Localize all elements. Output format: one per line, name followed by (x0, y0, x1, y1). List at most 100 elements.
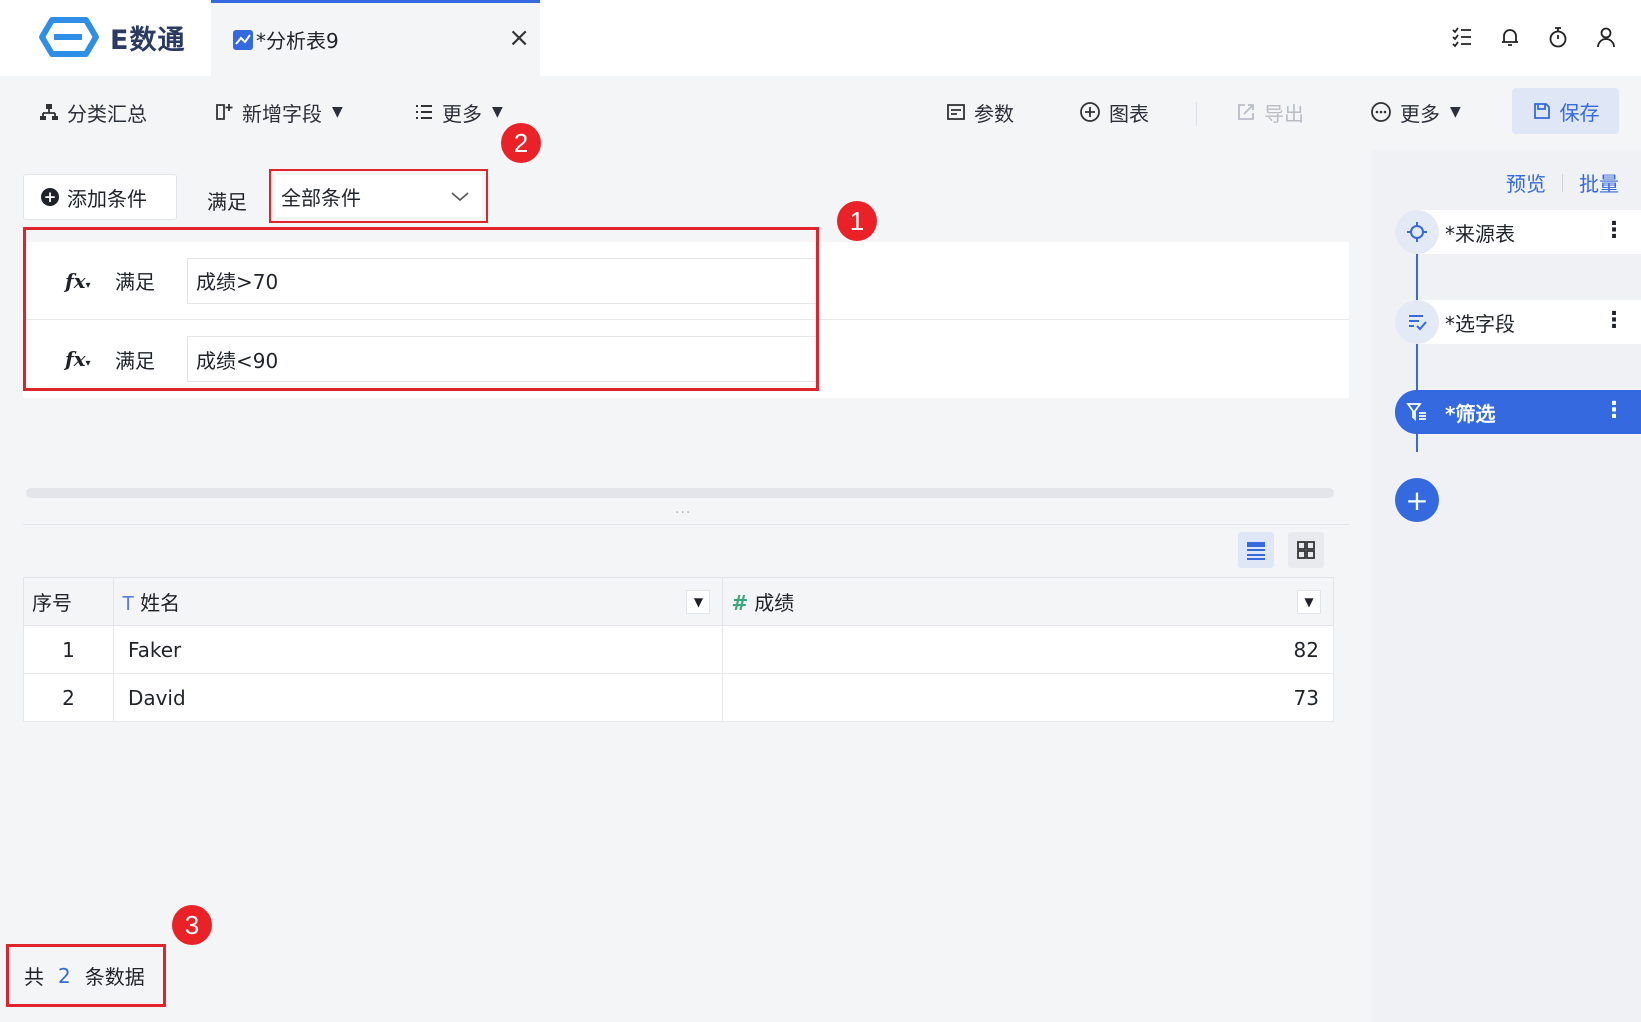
add-condition-label: 添加条件 (67, 186, 147, 211)
tab-analysis-table[interactable]: *分析表9 × (211, 0, 540, 76)
close-icon[interactable]: × (508, 25, 530, 51)
crosshair-icon (1395, 210, 1439, 254)
export-button[interactable]: 导出 (1236, 96, 1304, 128)
count-prefix: 共 (24, 965, 44, 989)
step-label: *筛选 (1445, 401, 1496, 426)
column-header-index[interactable]: 序号 (23, 577, 114, 626)
plus-circle-icon (1080, 102, 1100, 122)
select-fields-icon (1395, 300, 1439, 344)
annotation-badge-2: 2 (501, 123, 541, 163)
link-divider (1562, 173, 1563, 192)
export-icon (1238, 104, 1254, 120)
more-right-button[interactable]: 更多 ▼ (1370, 96, 1461, 128)
caret-down-icon[interactable]: ▼ (1297, 590, 1321, 614)
fx-icon[interactable]: fx▾ (65, 347, 91, 371)
caret-down-icon: ▼ (332, 104, 343, 120)
chart-label: 图表 (1109, 101, 1149, 126)
save-button[interactable]: 保存 (1512, 88, 1619, 134)
export-label: 导出 (1264, 101, 1304, 126)
save-icon (1533, 103, 1550, 119)
params-icon (947, 104, 965, 120)
column-header-name[interactable]: T 姓名 ▼ (112, 577, 724, 626)
caret-down-icon: ▼ (492, 104, 503, 120)
batch-link[interactable]: 批量 (1579, 168, 1619, 197)
plus-circle-icon: + (41, 188, 59, 206)
toolbar-divider (1196, 102, 1197, 126)
condition-label: 满足 (115, 348, 155, 373)
bell-icon[interactable] (1497, 24, 1523, 50)
summary-button[interactable]: 分类汇总 (39, 96, 147, 128)
ellipsis-circle-icon (1371, 102, 1391, 122)
condition-expression-input[interactable]: 成绩>70 (187, 257, 817, 304)
app-logo[interactable]: E数通 (38, 16, 185, 58)
table-view-button[interactable] (1238, 532, 1274, 568)
toolbar: 分类汇总 新增字段 ▼ 更多 ▼ 参数 图表 导出 更多 ▼ 保存 (0, 76, 1641, 150)
chart-line-icon (233, 29, 253, 50)
table-header-row: 序号 T 姓名 ▼ # 成绩 ▼ (23, 577, 1334, 626)
list-icon (416, 105, 432, 119)
add-condition-button[interactable]: + 添加条件 (23, 174, 177, 220)
condition-expression-input[interactable]: 成绩<90 (187, 336, 817, 382)
condition-row: fx▾ 满足 成绩>70 (23, 242, 1349, 320)
logo-mark-icon (39, 17, 99, 57)
params-button[interactable]: 参数 (946, 96, 1014, 128)
count-suffix: 条数据 (84, 965, 145, 989)
params-label: 参数 (974, 101, 1014, 126)
new-field-label: 新增字段 (242, 101, 322, 126)
cell-name: Faker (112, 625, 724, 674)
save-label: 保存 (1559, 100, 1600, 125)
condition-mode-select[interactable]: 全部条件 (275, 175, 482, 217)
data-table: 序号 T 姓名 ▼ # 成绩 ▼ 1 Faker 82 2 David 73 (23, 577, 1334, 722)
table-row[interactable]: 1 Faker 82 (23, 625, 1334, 674)
step-select-fields[interactable]: *选字段 ⋮ (1395, 300, 1641, 344)
fx-icon[interactable]: fx▾ (65, 269, 91, 293)
split-divider (23, 524, 1349, 525)
new-field-button[interactable]: 新增字段 ▼ (214, 96, 343, 128)
grid-view-icon (1297, 541, 1315, 559)
step-source-table[interactable]: *来源表 ⋮ (1395, 210, 1641, 254)
caret-down-icon: ▼ (1450, 104, 1461, 120)
condition-label: 满足 (115, 270, 155, 294)
table-view-icon (1247, 542, 1265, 560)
condition-mode-highlight: 全部条件 (269, 169, 488, 223)
main-area: + 添加条件 满足 全部条件 fx▾ 满足 成绩>70 fx▾ 满足 成绩<90… (0, 123, 1371, 1022)
drag-handle-icon[interactable]: ··· (675, 505, 691, 521)
annotation-badge-1: 1 (837, 201, 877, 241)
caret-down-icon[interactable]: ▼ (686, 590, 711, 614)
cell-name: David (112, 673, 724, 722)
more-vertical-icon[interactable]: ⋮ (1603, 218, 1625, 244)
cell-index: 1 (23, 625, 114, 674)
text-type-icon: T (121, 593, 135, 615)
step-label: *来源表 (1445, 221, 1515, 246)
table-row[interactable]: 2 David 73 (23, 673, 1334, 722)
step-filter[interactable]: *筛选 ⋮ (1395, 390, 1641, 434)
horizontal-scrollbar[interactable] (26, 488, 1334, 498)
condition-row: fx▾ 满足 成绩<90 (23, 320, 1349, 398)
annotation-badge-3: 3 (172, 905, 212, 945)
cell-score: 82 (722, 625, 1334, 674)
chart-button[interactable]: 图表 (1079, 96, 1149, 128)
step-label: *选字段 (1445, 311, 1515, 336)
steps-panel: 预览 批量 *来源表 ⋮ *选字段 ⋮ *筛选 ⋮ + (1371, 150, 1641, 1022)
hierarchy-icon (40, 104, 58, 120)
more-right-label: 更多 (1400, 101, 1440, 126)
preview-link[interactable]: 预览 (1506, 168, 1546, 197)
column-header-score[interactable]: # 成绩 ▼ (722, 577, 1334, 626)
logo-text: E数通 (110, 24, 186, 56)
record-count: 共 2 条数据 (6, 944, 166, 1007)
list-check-icon[interactable] (1449, 24, 1475, 50)
cell-index: 2 (23, 673, 114, 722)
more-vertical-icon[interactable]: ⋮ (1603, 398, 1625, 424)
user-icon[interactable] (1593, 24, 1619, 50)
column-label: 成绩 (754, 591, 795, 615)
number-type-icon: # (731, 591, 749, 615)
top-bar: E数通 *分析表9 × (0, 0, 1641, 76)
tab-label: *分析表9 (256, 29, 339, 53)
more-vertical-icon[interactable]: ⋮ (1603, 308, 1625, 334)
add-step-button[interactable]: + (1395, 478, 1439, 522)
cell-score: 73 (722, 673, 1334, 722)
stopwatch-icon[interactable] (1545, 24, 1571, 50)
grid-view-button[interactable] (1288, 532, 1324, 568)
filter-icon (1395, 390, 1439, 434)
more-left-button[interactable]: 更多 ▼ (414, 96, 503, 128)
